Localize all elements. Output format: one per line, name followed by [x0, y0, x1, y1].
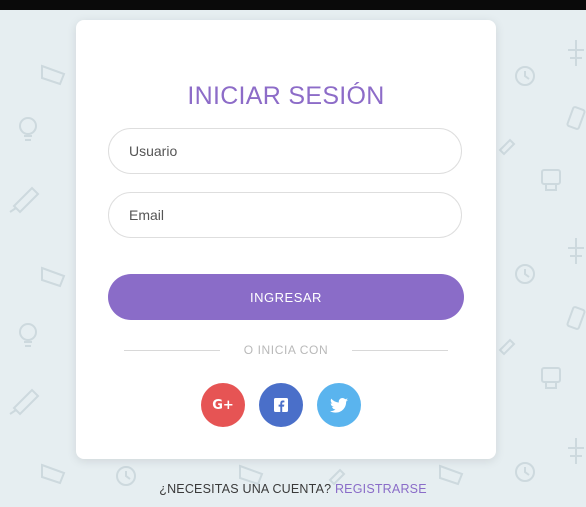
phone-icon	[566, 306, 586, 330]
twitter-button[interactable]	[317, 383, 361, 427]
divider-line-right	[352, 350, 448, 351]
funnel-icon	[41, 266, 66, 288]
brush-icon	[9, 186, 40, 214]
bulb-icon	[19, 323, 37, 347]
brush-icon	[9, 388, 40, 416]
facebook-icon	[274, 398, 288, 412]
login-title: INICIAR SESIÓN	[187, 82, 385, 110]
top-bar	[0, 0, 586, 10]
social-divider: O INICIA CON	[124, 342, 448, 358]
funnel-icon	[41, 463, 66, 485]
bulb-icon	[19, 117, 37, 141]
google-plus-icon: G+	[212, 397, 234, 413]
register-link[interactable]: REGISTRARSE	[335, 482, 427, 496]
signup-question: ¿NECESITAS UNA CUENTA?	[159, 482, 332, 496]
login-button[interactable]: INGRESAR	[108, 274, 464, 320]
pen-icon	[498, 338, 516, 356]
login-card: INICIAR SESIÓN INGRESAR O INICIA CON G+	[76, 20, 496, 459]
clock-icon	[515, 264, 535, 284]
username-input[interactable]	[108, 128, 462, 174]
email-input[interactable]	[108, 192, 462, 238]
facebook-button[interactable]	[259, 383, 303, 427]
pen-icon	[498, 138, 516, 156]
tools-icon	[568, 40, 584, 66]
signup-prompt: ¿NECESITAS UNA CUENTA? REGISTRARSE	[0, 482, 586, 496]
tools-icon	[568, 238, 584, 264]
twitter-icon	[330, 397, 348, 413]
printer-icon	[541, 367, 561, 389]
funnel-icon	[41, 64, 66, 86]
phone-icon	[566, 106, 586, 130]
printer-icon	[541, 169, 561, 191]
clock-icon	[515, 462, 535, 482]
tools-icon	[568, 438, 584, 464]
clock-icon	[515, 66, 535, 86]
google-plus-button[interactable]: G+	[201, 383, 245, 427]
